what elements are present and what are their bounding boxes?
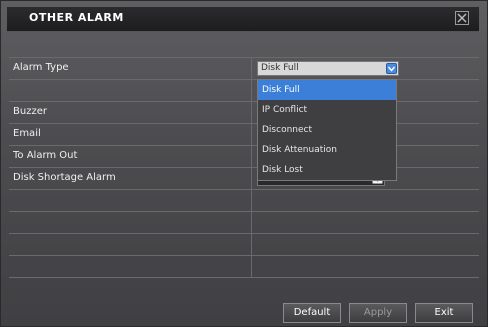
column-divider (251, 146, 252, 167)
column-divider (251, 190, 252, 211)
alarm-type-dropdown-button[interactable] (386, 63, 397, 74)
settings-row (9, 256, 479, 278)
settings-row (9, 80, 479, 102)
column-divider (251, 256, 252, 277)
column-divider (251, 212, 252, 233)
other-alarm-dialog: OTHER ALARM Alarm Type Disk Full Buzzer … (0, 0, 488, 327)
settings-row: To Alarm Out (9, 146, 479, 168)
title-bar: OTHER ALARM (7, 7, 479, 32)
column-divider (251, 168, 252, 189)
column-divider (251, 58, 252, 79)
dialog-title: OTHER ALARM (29, 11, 124, 24)
column-divider (251, 234, 252, 255)
email-label: Email (13, 128, 41, 139)
disk-shortage-alarm-label: Disk Shortage Alarm (13, 172, 116, 183)
close-icon (457, 13, 467, 23)
alarm-type-option-ip-conflict[interactable]: IP Conflict (258, 100, 396, 120)
alarm-type-option-disconnect[interactable]: Disconnect (258, 120, 396, 140)
settings-row: Disk Shortage Alarm 128 MB (9, 168, 479, 190)
apply-button[interactable]: Apply (349, 303, 407, 323)
alarm-type-dropdown-list: Disk Full IP Conflict Disconnect Disk At… (257, 79, 397, 181)
settings-grid: Alarm Type Disk Full Buzzer Email To Ala… (9, 57, 479, 286)
default-button[interactable]: Default (283, 303, 341, 323)
alarm-type-option-disk-attenuation[interactable]: Disk Attenuation (258, 140, 396, 160)
alarm-type-select[interactable]: Disk Full (257, 61, 399, 76)
column-divider (251, 80, 252, 101)
exit-button[interactable]: Exit (415, 303, 473, 323)
settings-row (9, 212, 479, 234)
to-alarm-out-label: To Alarm Out (13, 150, 78, 161)
column-divider (251, 102, 252, 123)
alarm-type-option-disk-full[interactable]: Disk Full (258, 80, 396, 100)
settings-row: Buzzer (9, 102, 479, 124)
alarm-type-value: Disk Full (261, 63, 299, 73)
settings-row (9, 234, 479, 256)
alarm-type-option-disk-lost[interactable]: Disk Lost (258, 160, 396, 180)
settings-row (9, 190, 479, 212)
column-divider (251, 124, 252, 145)
settings-row: Email (9, 124, 479, 146)
alarm-type-label: Alarm Type (13, 62, 69, 73)
settings-row: Alarm Type Disk Full (9, 58, 479, 80)
close-button[interactable] (455, 11, 469, 25)
buzzer-label: Buzzer (13, 106, 47, 117)
chevron-down-icon (388, 66, 395, 72)
